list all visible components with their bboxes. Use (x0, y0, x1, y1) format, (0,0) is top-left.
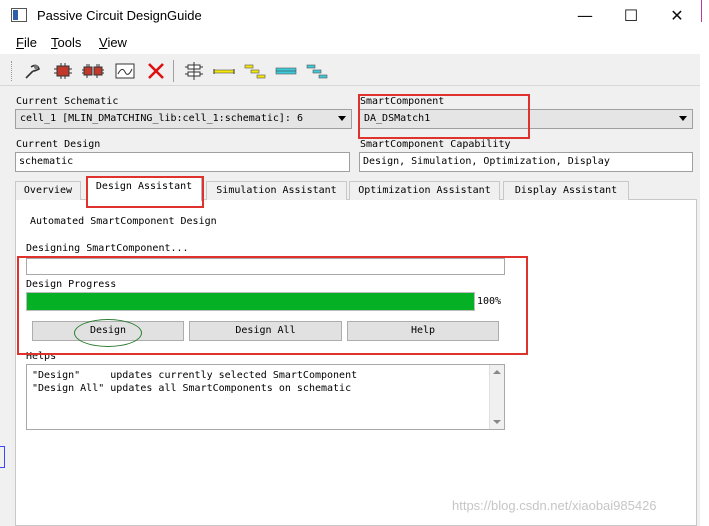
chevron-down-icon (679, 116, 687, 121)
tab-simulation-assistant[interactable]: Simulation Assistant (206, 181, 347, 200)
help-button[interactable]: Help (347, 321, 499, 341)
app-icon (11, 8, 27, 22)
helps-label: Helps (26, 351, 57, 362)
menu-view[interactable]: View (99, 35, 127, 50)
current-schematic-dropdown[interactable]: cell_1 [MLIN_DMaTCHING_lib:cell_1:schema… (15, 109, 352, 129)
capability-field[interactable]: Design, Simulation, Optimization, Displa… (359, 152, 693, 172)
designguide-window: Passive Circuit DesignGuide — ☐ ✕ File T… (0, 0, 700, 526)
design-progress-percent: 100% (477, 296, 502, 307)
cyan-line-icon[interactable] (273, 58, 299, 84)
designing-progress-bar (26, 258, 505, 275)
toolbar-separator (173, 60, 174, 82)
smart-component-value: DA_DSMatch1 (364, 113, 431, 124)
menu-file-label: ile (23, 35, 37, 50)
tab-optimization-assistant[interactable]: Optimization Assistant (349, 181, 500, 200)
current-design-label: Current Design (16, 139, 101, 150)
close-button[interactable]: ✕ (654, 0, 700, 30)
design-all-button[interactable]: Design All (189, 321, 342, 341)
plot-icon[interactable] (112, 58, 138, 84)
current-design-field[interactable]: schematic (15, 152, 350, 172)
probe-icon[interactable] (20, 58, 46, 84)
desktop-background (700, 0, 709, 526)
helps-text-area[interactable]: "Design" updates currently selected Smar… (26, 364, 505, 430)
tab-overview[interactable]: Overview (15, 181, 81, 200)
designing-label: Designing SmartComponent... (26, 243, 189, 254)
menu-bar: File Tools View (0, 32, 700, 54)
components-icon[interactable] (80, 58, 106, 84)
smart-component-label: SmartComponent (360, 96, 445, 107)
smart-component-dropdown[interactable]: DA_DSMatch1 (359, 109, 693, 129)
watermark-text: https://blog.csdn.net/xiaobai985426 (452, 498, 657, 513)
tab-display-assistant[interactable]: Display Assistant (503, 181, 629, 200)
helps-line-2: "Design All" updates all SmartComponents… (32, 383, 352, 394)
desktop-edge (0, 446, 5, 468)
menu-file-accel: F (16, 35, 24, 50)
menu-tools-label: ools (57, 35, 82, 50)
window-title: Passive Circuit DesignGuide (37, 8, 202, 23)
desktop-line (701, 0, 702, 22)
chevron-down-icon (338, 116, 346, 121)
scroll-up-arrow-icon[interactable] (493, 370, 501, 374)
helps-line-1: "Design" updates currently selected Smar… (32, 370, 358, 381)
helps-scrollbar[interactable] (489, 365, 504, 429)
capability-label: SmartComponent Capability (360, 139, 511, 150)
align-icon[interactable] (181, 58, 207, 84)
design-progress-bar (26, 292, 475, 311)
current-schematic-label: Current Schematic (16, 96, 119, 107)
stair-icon[interactable] (242, 58, 268, 84)
panel-heading: Automated SmartComponent Design (30, 216, 217, 227)
menu-view-label: iew (107, 35, 127, 50)
toolbar-grip (11, 61, 14, 81)
component-icon[interactable] (50, 58, 76, 84)
current-schematic-value: cell_1 [MLIN_DMaTCHING_lib:cell_1:schema… (20, 113, 303, 124)
toolbar (0, 56, 700, 86)
menu-file[interactable]: File (16, 35, 37, 50)
scroll-down-arrow-icon[interactable] (493, 420, 501, 424)
minimize-button[interactable]: — (562, 0, 608, 30)
design-progress-label: Design Progress (26, 279, 117, 290)
stair2-icon[interactable] (304, 58, 330, 84)
design-button[interactable]: Design (32, 321, 184, 341)
delete-icon[interactable] (143, 58, 169, 84)
design-progress-fill (27, 293, 474, 310)
menu-tools[interactable]: Tools (51, 35, 81, 50)
title-bar[interactable]: Passive Circuit DesignGuide — ☐ ✕ (0, 0, 700, 32)
tab-design-assistant[interactable]: Design Assistant (86, 177, 202, 201)
maximize-button[interactable]: ☐ (608, 0, 654, 30)
flat-line-icon[interactable] (211, 58, 237, 84)
